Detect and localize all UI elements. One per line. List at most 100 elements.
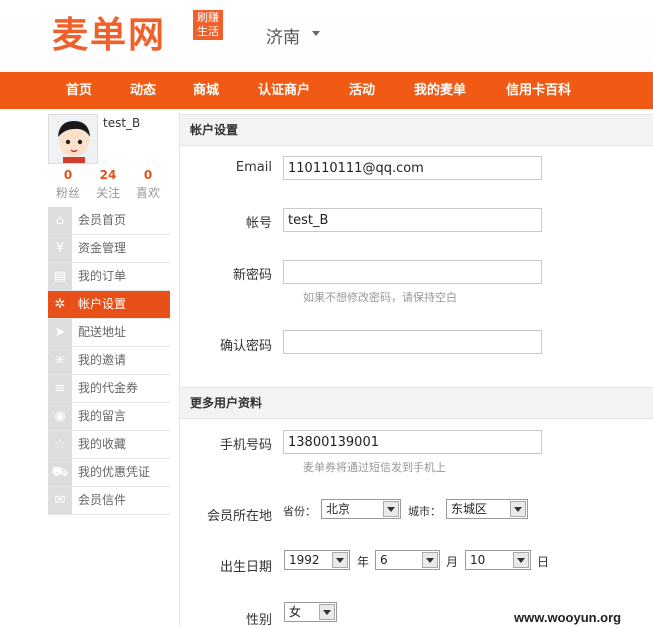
- watermark: www.wooyun.org: [514, 610, 622, 625]
- yen-icon: ¥: [48, 235, 72, 262]
- phone-field[interactable]: [283, 430, 542, 454]
- gender-select[interactable]: 女: [284, 602, 337, 622]
- user-stats: 0 粉丝 24 关注 0 喜欢: [46, 168, 166, 202]
- birth-month-select[interactable]: 6: [375, 550, 440, 570]
- section-title-profile: 更多用户资料: [180, 387, 653, 419]
- logo-badge-line-1: 刷赚: [197, 11, 219, 24]
- logo-badge: 刷赚 生活: [193, 10, 223, 40]
- sidebar-item-account-settings[interactable]: ✲ 帐户设置: [48, 291, 170, 319]
- new-password-field[interactable]: [283, 260, 542, 284]
- stat-likes[interactable]: 0 喜欢: [128, 168, 168, 201]
- chevron-down-icon: [332, 552, 348, 568]
- nav-item-activities[interactable]: 活动: [349, 72, 375, 109]
- truck-icon: ➤: [48, 319, 72, 346]
- nav-item-my-maidan[interactable]: 我的麦单: [414, 72, 466, 109]
- sidebar-item-delivery-address[interactable]: ➤ 配送地址: [48, 319, 170, 347]
- main-content: 帐户设置 Email 帐号 新密码 如果不想修改密码，请保持空白 确认密码 更多…: [179, 112, 653, 628]
- chevron-down-icon: [422, 552, 438, 568]
- username[interactable]: test_B: [103, 116, 140, 130]
- city-selector[interactable]: 济南: [266, 23, 300, 48]
- sidebar-item-coupons[interactable]: ⛟ 我的优惠凭证: [48, 459, 170, 487]
- sidebar-item-member-mail[interactable]: ✉ 会员信件: [48, 487, 170, 515]
- email-field[interactable]: [283, 156, 542, 180]
- sidebar-item-label: 配送地址: [78, 325, 127, 339]
- account-label: 帐号: [245, 216, 272, 231]
- birthdate-label: 出生日期: [219, 560, 272, 575]
- confirm-password-label: 确认密码: [219, 339, 272, 354]
- confirm-password-field[interactable]: [283, 330, 542, 354]
- nav-item-merchants[interactable]: 认证商户: [258, 72, 310, 109]
- chevron-down-icon: [513, 552, 529, 568]
- mail-icon: ✉: [48, 487, 72, 514]
- stat-fans[interactable]: 0 粉丝: [48, 168, 88, 201]
- stat-following-label: 关注: [95, 186, 120, 200]
- birth-year-value: 1992: [289, 553, 320, 567]
- birth-month-value: 6: [380, 553, 388, 567]
- stat-likes-count: 0: [143, 168, 153, 182]
- sidebar-item-label: 会员信件: [78, 493, 127, 507]
- chevron-down-icon: [383, 501, 399, 517]
- sidebar-item-label: 资金管理: [78, 241, 127, 255]
- sparkle-icon: ✳: [48, 347, 72, 374]
- sidebar-item-label: 我的邀请: [78, 353, 127, 367]
- year-unit: 年: [357, 555, 370, 569]
- sidebar-item-funds[interactable]: ¥ 资金管理: [48, 235, 170, 263]
- location-label: 会员所在地: [206, 509, 272, 524]
- sidebar-item-label: 我的收藏: [78, 437, 127, 451]
- birth-day-select[interactable]: 10: [465, 550, 531, 570]
- nav-item-feed[interactable]: 动态: [130, 72, 156, 109]
- stat-following-count: 24: [99, 168, 117, 182]
- chevron-down-icon: [510, 501, 526, 517]
- users-icon: ◉: [48, 403, 72, 430]
- nav-item-credit-card-wiki[interactable]: 信用卡百科: [506, 72, 571, 109]
- account-field[interactable]: [283, 208, 542, 232]
- city-value: 东城区: [451, 502, 488, 516]
- sidebar-item-member-home[interactable]: ⌂ 会员首页: [48, 207, 170, 235]
- section-title-account: 帐户设置: [180, 114, 653, 146]
- stat-fans-label: 粉丝: [55, 186, 80, 200]
- province-select[interactable]: 北京: [321, 499, 401, 519]
- sidebar-item-messages[interactable]: ◉ 我的留言: [48, 403, 170, 431]
- stat-fans-count: 0: [63, 168, 73, 182]
- day-unit: 日: [537, 555, 550, 569]
- sidebar-item-invitations[interactable]: ✳ 我的邀请: [48, 347, 170, 375]
- sidebar-item-label: 我的订单: [78, 269, 127, 283]
- new-password-label: 新密码: [232, 268, 272, 283]
- email-label: Email: [235, 160, 272, 175]
- province-value: 北京: [326, 502, 351, 516]
- gender-label: 性别: [245, 613, 272, 628]
- sidebar-item-label: 帐户设置: [78, 297, 127, 311]
- chevron-down-icon: [319, 604, 335, 620]
- gear-icon: ✲: [48, 291, 72, 318]
- stat-likes-label: 喜欢: [135, 186, 160, 200]
- month-unit: 月: [446, 555, 459, 569]
- document-icon: ▤: [48, 263, 72, 290]
- stack-icon: ≡: [48, 375, 72, 402]
- chevron-down-icon[interactable]: [312, 31, 320, 36]
- main-nav: 首页 动态 商城 认证商户 活动 我的麦单 信用卡百科: [0, 72, 653, 109]
- avatar-image: [49, 115, 97, 163]
- stat-following[interactable]: 24 关注: [88, 168, 128, 201]
- logo-badge-line-2: 生活: [197, 25, 219, 38]
- phone-hint: 麦单券将通过短信发到手机上: [303, 461, 446, 474]
- cart-icon: ⛟: [48, 459, 72, 486]
- new-password-hint: 如果不想修改密码，请保持空白: [303, 291, 457, 304]
- birth-year-select[interactable]: 1992: [284, 550, 350, 570]
- sidebar-item-favorites[interactable]: ☆ 我的收藏: [48, 431, 170, 459]
- nav-item-home[interactable]: 首页: [66, 72, 92, 109]
- sidebar-item-label: 我的留言: [78, 409, 127, 423]
- member-menu: ⌂ 会员首页 ¥ 资金管理 ▤ 我的订单 ✲ 帐户设置 ➤ 配送地址 ✳ 我的邀…: [48, 207, 170, 515]
- city-label: 城市：: [408, 505, 441, 518]
- site-logo[interactable]: 麦单网: [52, 6, 166, 58]
- sidebar-item-label: 我的优惠凭证: [78, 465, 151, 479]
- gender-value: 女: [289, 605, 302, 619]
- sidebar-item-vouchers[interactable]: ≡ 我的代金券: [48, 375, 170, 403]
- sidebar-item-orders[interactable]: ▤ 我的订单: [48, 263, 170, 291]
- avatar[interactable]: [48, 114, 98, 164]
- city-select[interactable]: 东城区: [446, 499, 528, 519]
- star-icon: ☆: [48, 431, 72, 458]
- sidebar-item-label: 我的代金券: [78, 381, 139, 395]
- nav-item-mall[interactable]: 商城: [193, 72, 219, 109]
- birth-day-value: 10: [470, 553, 486, 567]
- phone-label: 手机号码: [219, 438, 272, 453]
